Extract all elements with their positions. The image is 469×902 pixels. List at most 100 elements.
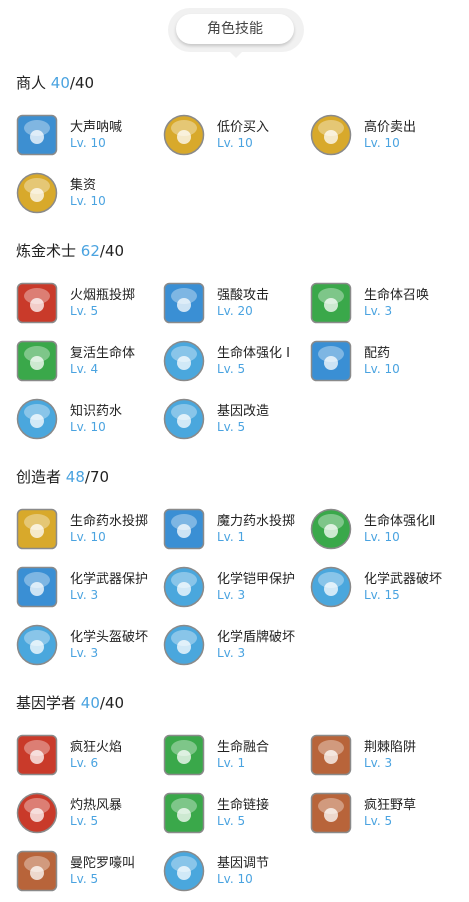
section-name: 商人 [16, 74, 47, 92]
skill-item[interactable]: 集资 Lv. 10 [16, 170, 162, 218]
summon-homunculus-icon [310, 282, 352, 324]
skill-item[interactable]: 知识药水 Lv. 10 [16, 396, 162, 444]
potion-throw-icon [16, 508, 58, 550]
section-name: 炼金术士 [16, 242, 77, 260]
skill-name: 荆棘陷阱 [364, 740, 417, 755]
potion-knowledge-icon [16, 398, 58, 440]
skill-item[interactable]: 高价卖出 Lv. 10 [310, 112, 456, 160]
skill-name: 生命融合 [217, 740, 270, 755]
skill-name: 生命链接 [217, 798, 270, 813]
skill-item[interactable]: 火烟瓶投掷 Lv. 5 [16, 280, 162, 328]
skill-item[interactable]: 曼陀罗嚎叫 Lv. 5 [16, 848, 162, 896]
mandragora-howl-icon [16, 850, 58, 892]
skill-item[interactable]: 基因调节 Lv. 10 [163, 848, 309, 896]
skill-item[interactable]: 大声呐喊 Lv. 10 [16, 112, 162, 160]
skill-item[interactable]: 生命体强化Ⅱ Lv. 10 [310, 506, 456, 554]
section-title: 基因学者 40/40 [16, 692, 124, 713]
skill-level: Lv. 5 [70, 814, 99, 828]
skill-level: Lv. 10 [70, 420, 106, 434]
dc-coin-icon [163, 114, 205, 156]
skill-level: Lv. 20 [217, 304, 253, 318]
skill-level: Lv. 5 [217, 362, 246, 376]
skill-item[interactable]: 灼热风暴 Lv. 5 [16, 790, 162, 838]
skill-name: 灼热风暴 [70, 798, 123, 813]
skill-item[interactable]: 化学盾牌破坏 Lv. 3 [163, 622, 309, 670]
skills-tab-container: 角色技能 [168, 8, 304, 58]
homunculus-strength-icon [163, 340, 205, 382]
section-points-used: 40 [80, 694, 100, 712]
skill-item[interactable]: 生命体强化 I Lv. 5 [163, 338, 309, 386]
skill-item[interactable]: 疯狂野草 Lv. 5 [310, 790, 456, 838]
skill-level: Lv. 5 [70, 872, 99, 886]
life-fusion-icon [163, 734, 205, 776]
skill-item[interactable]: 生命融合 Lv. 1 [163, 732, 309, 780]
skill-level: Lv. 1 [217, 530, 246, 544]
section-points-used: 48 [65, 468, 85, 486]
crazy-fire-icon [16, 734, 58, 776]
skill-item[interactable]: 化学铠甲保护 Lv. 3 [163, 564, 309, 612]
skill-name: 复活生命体 [70, 346, 136, 361]
skill-level: Lv. 15 [364, 588, 400, 602]
section-name: 基因学者 [16, 694, 77, 712]
acid-flask-icon [163, 282, 205, 324]
skill-level: Lv. 10 [217, 872, 253, 886]
skill-name: 化学铠甲保护 [217, 572, 296, 587]
skill-level: Lv. 10 [70, 194, 106, 208]
shout-icon [16, 114, 58, 156]
skill-name: 生命体强化 I [217, 346, 290, 361]
skill-level: Lv. 3 [364, 304, 393, 318]
weapon-break-icon [310, 566, 352, 608]
skill-item[interactable]: 化学武器保护 Lv. 3 [16, 564, 162, 612]
skill-level: Lv. 10 [364, 362, 400, 376]
skill-level: Lv. 3 [70, 588, 99, 602]
skill-item[interactable]: 生命体召唤 Lv. 3 [310, 280, 456, 328]
skill-item[interactable]: 化学武器破坏 Lv. 15 [310, 564, 456, 612]
dna-icon [163, 398, 205, 440]
skill-name: 生命体强化Ⅱ [364, 514, 436, 529]
skill-name: 高价卖出 [364, 120, 417, 135]
skill-level: Lv. 3 [70, 646, 99, 660]
skill-name: 强酸攻击 [217, 288, 270, 303]
dollar-coin-icon [310, 114, 352, 156]
skill-item[interactable]: 生命链接 Lv. 5 [163, 790, 309, 838]
thorn-trap-icon [310, 734, 352, 776]
crazy-weed-icon [310, 792, 352, 834]
skill-name: 化学武器破坏 [364, 572, 443, 587]
homunculus-strength2-icon [310, 508, 352, 550]
skill-name: 化学武器保护 [70, 572, 149, 587]
skill-level: Lv. 5 [217, 814, 246, 828]
shield-break-icon [163, 624, 205, 666]
skill-level: Lv. 10 [70, 530, 106, 544]
skill-level: Lv. 6 [70, 756, 99, 770]
skill-name: 知识药水 [70, 404, 123, 419]
skill-level: Lv. 10 [70, 136, 106, 150]
skill-item[interactable]: 疯狂火焰 Lv. 6 [16, 732, 162, 780]
weapon-protect-icon [16, 566, 58, 608]
skill-item[interactable]: 荆棘陷阱 Lv. 3 [310, 732, 456, 780]
skill-name: 化学盾牌破坏 [217, 630, 296, 645]
skill-item[interactable]: 化学头盔破坏 Lv. 3 [16, 622, 162, 670]
tab-character-skills[interactable]: 角色技能 [176, 14, 294, 44]
armor-protect-icon [163, 566, 205, 608]
skill-item[interactable]: 生命药水投掷 Lv. 10 [16, 506, 162, 554]
section-points-max: /40 [99, 242, 125, 260]
skill-name: 火烟瓶投掷 [70, 288, 136, 303]
skill-item[interactable]: 基因改造 Lv. 5 [163, 396, 309, 444]
skill-item[interactable]: 复活生命体 Lv. 4 [16, 338, 162, 386]
skill-item[interactable]: 低价买入 Lv. 10 [163, 112, 309, 160]
skill-item[interactable]: 配药 Lv. 10 [310, 338, 456, 386]
skill-item[interactable]: 强酸攻击 Lv. 20 [163, 280, 309, 328]
skill-name: 生命体召唤 [364, 288, 430, 303]
skill-name: 集资 [70, 178, 97, 193]
life-link-icon [163, 792, 205, 834]
helm-break-icon [16, 624, 58, 666]
section-points-used: 40 [50, 74, 70, 92]
skill-name: 曼陀罗嚎叫 [70, 856, 136, 871]
potion-icon [310, 340, 352, 382]
skill-item[interactable]: 魔力药水投掷 Lv. 1 [163, 506, 309, 554]
fire-bottle-icon [16, 282, 58, 324]
skill-name: 疯狂火焰 [70, 740, 123, 755]
resurrect-homunculus-icon [16, 340, 58, 382]
section-name: 创造者 [16, 468, 62, 486]
skill-level: Lv. 3 [217, 646, 246, 660]
